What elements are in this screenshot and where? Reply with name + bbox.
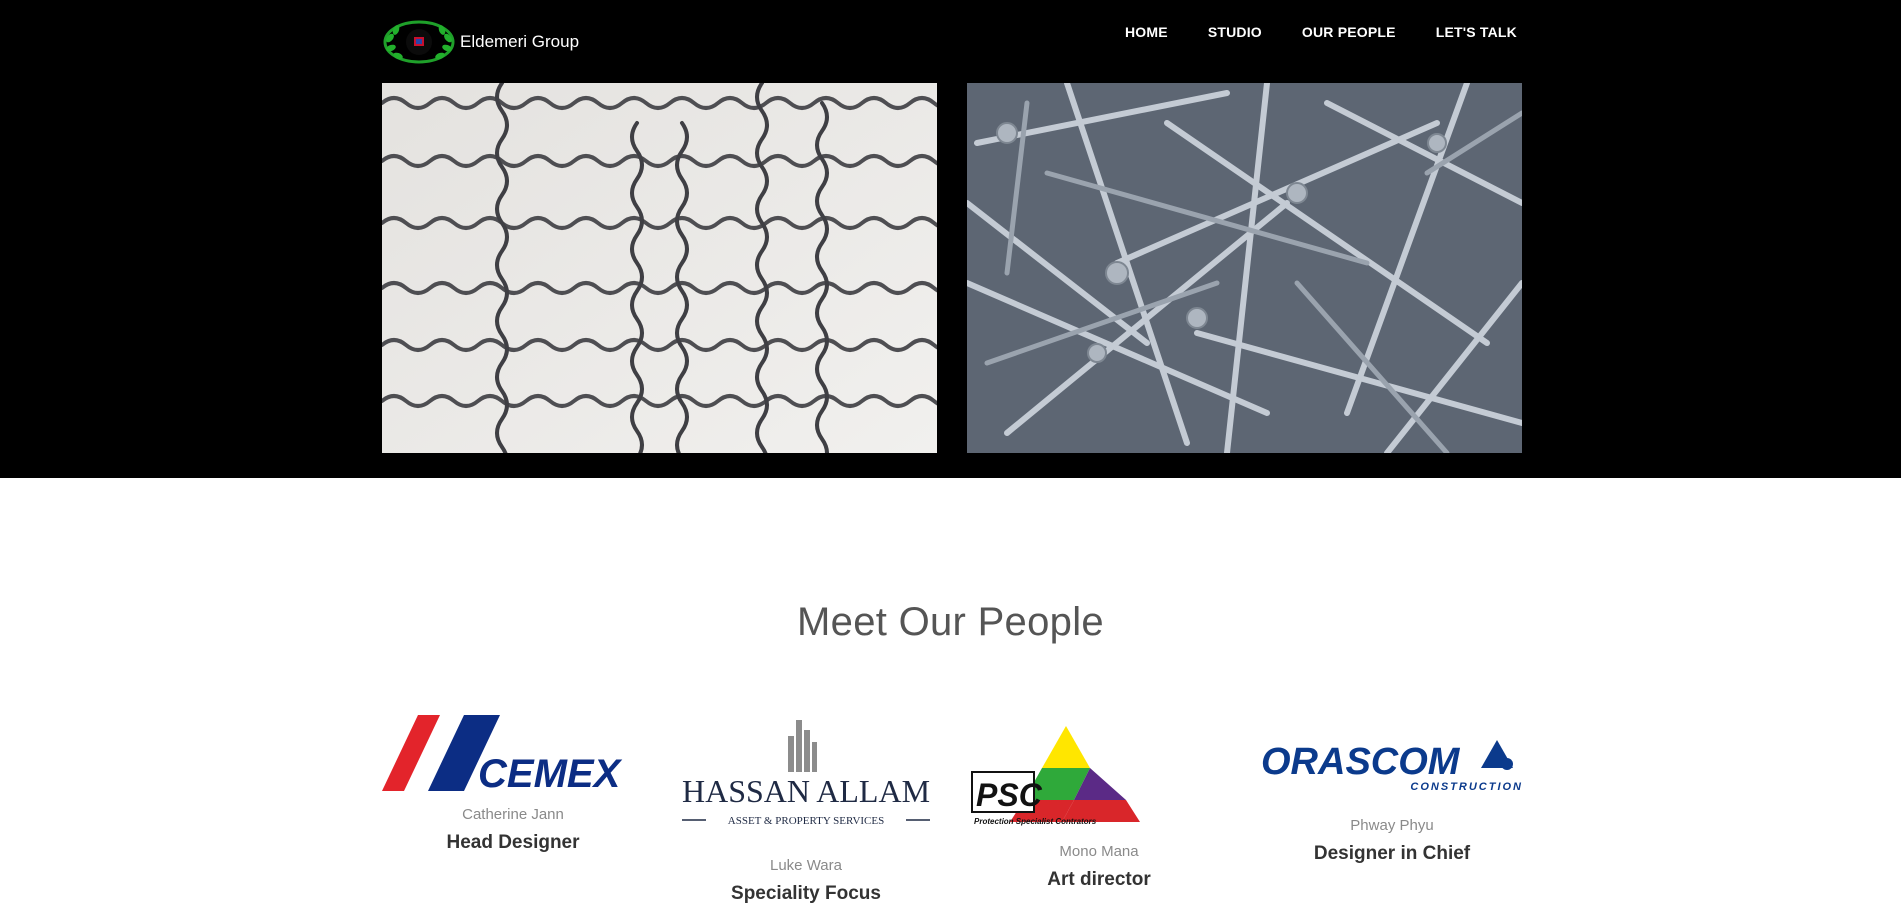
brand-name: Eldemeri Group — [460, 32, 580, 51]
main-nav: HOME STUDIO OUR PEOPLE LET'S TALK — [1085, 22, 1517, 42]
person-card[interactable]: HASSAN ALLAM ASSET & PROPERTY SERVICES L… — [680, 718, 932, 906]
laurel-logo-icon — [383, 20, 455, 64]
nails-photo — [967, 83, 1522, 453]
person-role: Speciality Focus — [731, 883, 881, 904]
person-card[interactable]: ORASCOM CONSTRUCTION Phway Phyu Designer… — [1259, 738, 1525, 866]
svg-text:CEMEX: CEMEX — [478, 752, 623, 795]
wire-mesh-photo — [382, 83, 937, 453]
person-name: Phway Phyu — [1350, 817, 1434, 834]
person-card[interactable]: CEMEX Catherine Jann Head Designer — [382, 715, 644, 855]
svg-text:ASSET & PROPERTY SERVICES: ASSET & PROPERTY SERVICES — [728, 815, 884, 827]
cemex-logo: CEMEX — [382, 715, 623, 795]
person-role: Designer in Chief — [1313, 843, 1471, 864]
brand[interactable]: Eldemeri Group — [382, 20, 579, 64]
svg-text:Protection Specialist Contrato: Protection Specialist Contrators — [974, 817, 1097, 826]
person-role: Head Designer — [446, 832, 580, 853]
nav-home[interactable]: HOME — [1125, 22, 1168, 42]
person-name: Mono Mana — [1059, 843, 1139, 860]
psc-logo: PSC Protection Specialist Contrators — [971, 726, 1140, 826]
person-name: Luke Wara — [770, 857, 842, 874]
nav-studio[interactable]: STUDIO — [1208, 22, 1262, 42]
person-role: Art director — [1047, 869, 1151, 890]
hassan-allam-logo: HASSAN ALLAM ASSET & PROPERTY SERVICES — [682, 720, 930, 827]
svg-text:CONSTRUCTION: CONSTRUCTION — [1410, 781, 1523, 793]
section-title: Meet Our People — [797, 600, 1104, 644]
person-card[interactable]: PSC Protection Specialist Contrators Mon… — [968, 722, 1230, 892]
person-name: Catherine Jann — [462, 806, 564, 823]
nav-lets-talk[interactable]: LET'S TALK — [1436, 22, 1517, 42]
svg-text:HASSAN ALLAM: HASSAN ALLAM — [682, 773, 930, 809]
orascom-logo: ORASCOM CONSTRUCTION — [1261, 740, 1523, 793]
svg-text:PSC: PSC — [976, 777, 1043, 813]
nav-our-people[interactable]: OUR PEOPLE — [1302, 22, 1396, 42]
hero-section: Eldemeri Group HOME STUDIO OUR PEOPLE LE… — [0, 0, 1901, 478]
svg-text:ORASCOM: ORASCOM — [1261, 741, 1461, 783]
